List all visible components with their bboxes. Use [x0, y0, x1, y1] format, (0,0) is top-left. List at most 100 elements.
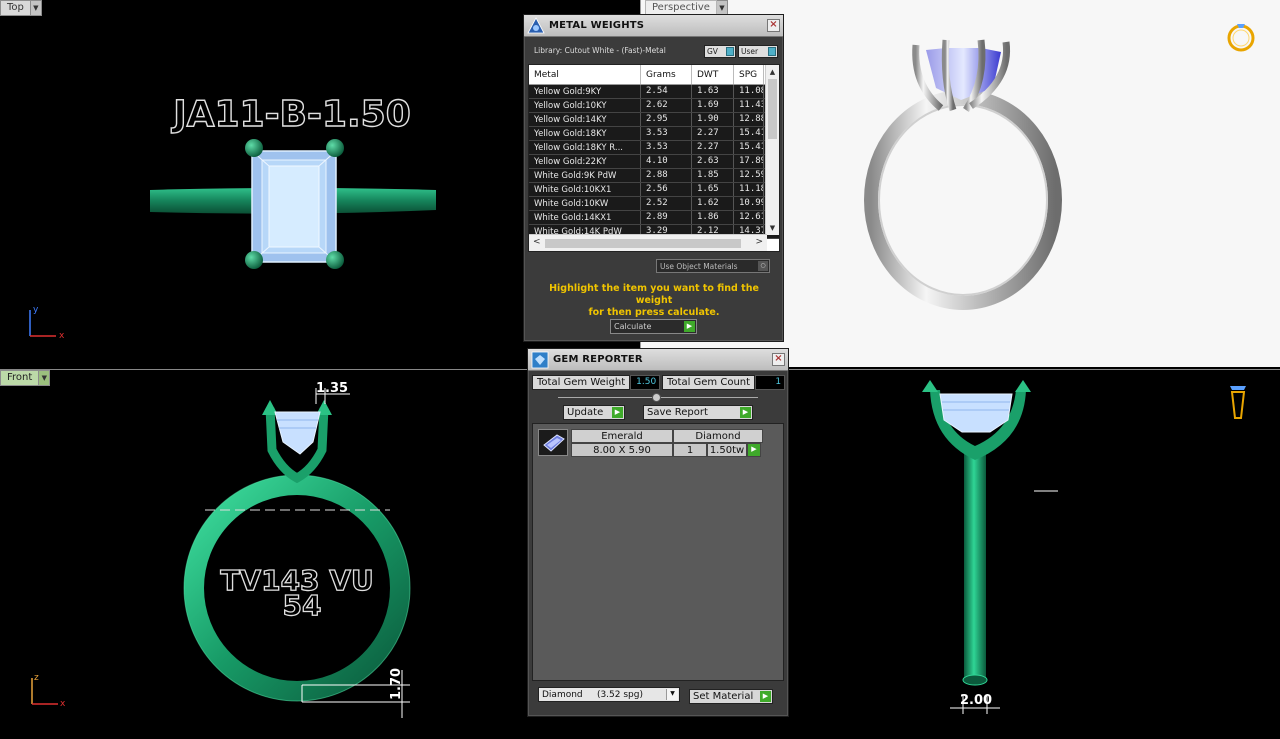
metal-dwt: 1.69 — [692, 99, 734, 112]
table-row[interactable]: Yellow Gold:18KY 3.53 2.27 15.41 — [529, 127, 779, 141]
gem-thumbnail[interactable] — [538, 429, 568, 456]
panel-title: GEM REPORTER — [553, 354, 643, 365]
user-label: User — [741, 47, 759, 56]
table-row[interactable]: White Gold:9K PdW 2.88 1.85 12.59 — [529, 169, 779, 183]
col-spg[interactable]: SPG — [734, 65, 764, 84]
set-material-button[interactable]: Set Material ▶ — [689, 689, 773, 704]
metal-dwt: 2.63 — [692, 155, 734, 168]
calculate-label: Calculate — [614, 322, 652, 331]
metal-name: Yellow Gold:10KY — [529, 99, 641, 112]
metal-dwt: 1.90 — [692, 113, 734, 126]
metal-weights-panel[interactable]: METAL WEIGHTS × Library: Cutout White - … — [523, 14, 784, 342]
gem-row[interactable]: Emerald Diamond 8.00 X 5.90 1 1.50tw ▶ — [571, 429, 763, 457]
col-grams[interactable]: Grams — [641, 65, 692, 84]
close-icon[interactable]: × — [767, 19, 780, 32]
axis-x-label: x — [59, 331, 65, 341]
table-row[interactable]: White Gold:14KX1 2.89 1.86 12.61 — [529, 211, 779, 225]
dropdown-icon[interactable]: ○ — [758, 261, 768, 271]
gem-shape: Emerald — [571, 429, 673, 443]
toggle-led-icon — [726, 47, 734, 56]
table-row[interactable]: White Gold:10KX1 2.56 1.65 11.18 — [529, 183, 779, 197]
total-gem-weight-value: 1.50 — [630, 375, 661, 390]
splitter-handle[interactable] — [652, 393, 661, 402]
set-material-label: Set Material — [693, 691, 754, 702]
play-icon[interactable]: ▶ — [747, 443, 761, 457]
metal-name: Yellow Gold:18KY R... — [529, 141, 641, 154]
metal-spg: 12.61 — [734, 211, 764, 224]
panel-title-bar[interactable]: METAL WEIGHTS × — [524, 15, 783, 37]
metal-spg: 15.41 — [734, 141, 764, 154]
col-dwt[interactable]: DWT — [692, 65, 734, 84]
metal-grams: 2.95 — [641, 113, 692, 126]
metal-spg: 17.89 — [734, 155, 764, 168]
total-gem-weight: Total Gem Weight 1.50 — [532, 375, 661, 390]
save-report-label: Save Report — [647, 407, 708, 418]
metal-grams: 2.52 — [641, 197, 692, 210]
scroll-thumb[interactable] — [545, 239, 741, 248]
play-icon: ▶ — [740, 407, 751, 418]
chevron-down-icon[interactable]: ▼ — [666, 689, 678, 700]
table-row[interactable]: Yellow Gold:14KY 2.95 1.90 12.88 — [529, 113, 779, 127]
table-row[interactable]: White Gold:10KW 2.52 1.62 10.99 — [529, 197, 779, 211]
gem-list[interactable]: Emerald Diamond 8.00 X 5.90 1 1.50tw ▶ — [532, 423, 784, 681]
metal-weights-icon — [527, 17, 545, 34]
gem-weight: 1.50tw — [707, 443, 747, 457]
gv-toggle[interactable]: GV — [704, 45, 736, 58]
col-metal[interactable]: Metal — [529, 65, 641, 84]
metal-grams: 2.89 — [641, 211, 692, 224]
material-select-value: Diamond (3.52 spg) — [542, 690, 643, 700]
scroll-thumb[interactable] — [768, 79, 777, 139]
table-row[interactable]: Yellow Gold:18KY R... 3.53 2.27 15.41 — [529, 141, 779, 155]
horizontal-scrollbar[interactable]: < > — [529, 234, 767, 251]
metal-dwt: 2.27 — [692, 127, 734, 140]
metal-spg: 15.41 — [734, 127, 764, 140]
metal-name: Yellow Gold:14KY — [529, 113, 641, 126]
gv-label: GV — [707, 47, 718, 56]
table-row[interactable]: Yellow Gold:22KY 4.10 2.63 17.89 — [529, 155, 779, 169]
prong-3 — [245, 251, 263, 269]
scroll-left-icon[interactable]: < — [533, 237, 541, 249]
gem-reporter-icon — [531, 351, 549, 369]
metal-table[interactable]: Metal Grams DWT SPG Yellow Gold:9KY 2.54 1… — [528, 64, 780, 252]
save-report-button[interactable]: Save Report ▶ — [643, 405, 753, 420]
metal-dwt: 1.62 — [692, 197, 734, 210]
metal-table-body: Yellow Gold:9KY 2.54 1.63 11.08 Yellow Gold:… — [529, 85, 779, 239]
table-row[interactable]: Yellow Gold:9KY 2.54 1.63 11.08 — [529, 85, 779, 99]
vertical-scrollbar[interactable]: ▲ ▼ — [765, 65, 779, 235]
scroll-right-icon[interactable]: > — [755, 237, 763, 249]
metal-grams: 3.53 — [641, 141, 692, 154]
gem-material: Diamond — [673, 429, 763, 443]
total-gem-count-label: Total Gem Count — [662, 375, 756, 390]
update-label: Update — [567, 407, 604, 418]
table-row[interactable]: Yellow Gold:10KY 2.62 1.69 11.43 — [529, 99, 779, 113]
shank-side — [964, 452, 986, 680]
metal-grams: 4.10 — [641, 155, 692, 168]
prong-4 — [326, 251, 344, 269]
prong-2 — [326, 139, 344, 157]
metal-grams: 3.53 — [641, 127, 692, 140]
axis-y-label: y — [33, 305, 39, 315]
update-button[interactable]: Update ▶ — [563, 405, 625, 420]
scroll-up-icon[interactable]: ▲ — [766, 65, 779, 79]
calculate-button[interactable]: Calculate ▶ — [610, 319, 697, 334]
ring-band-persp — [864, 90, 1062, 310]
gem-reporter-panel[interactable]: GEM REPORTER × Total Gem Weight 1.50 Tot… — [527, 348, 789, 717]
metal-spg: 11.18 — [734, 183, 764, 196]
gem-size: 8.00 X 5.90 — [571, 443, 673, 457]
axis-z-label: z — [34, 673, 39, 683]
metal-spg: 12.88 — [734, 113, 764, 126]
material-select[interactable]: Diamond (3.52 spg) ▼ — [538, 687, 680, 702]
panel-title-bar[interactable]: GEM REPORTER × — [528, 349, 788, 371]
panel-title: METAL WEIGHTS — [549, 20, 645, 31]
play-icon: ▶ — [760, 691, 771, 702]
total-gem-count-value: 1 — [755, 375, 786, 390]
prong-1 — [245, 139, 263, 157]
scroll-down-icon[interactable]: ▼ — [766, 221, 779, 235]
metal-name: White Gold:14KX1 — [529, 211, 641, 224]
use-object-materials-select[interactable]: Use Object Materials ○ — [656, 259, 770, 273]
metal-dwt: 1.65 — [692, 183, 734, 196]
user-toggle[interactable]: User — [738, 45, 778, 58]
close-icon[interactable]: × — [772, 353, 785, 366]
gem-front — [274, 411, 321, 455]
dim-bottom-right: 2.00 — [960, 693, 992, 708]
